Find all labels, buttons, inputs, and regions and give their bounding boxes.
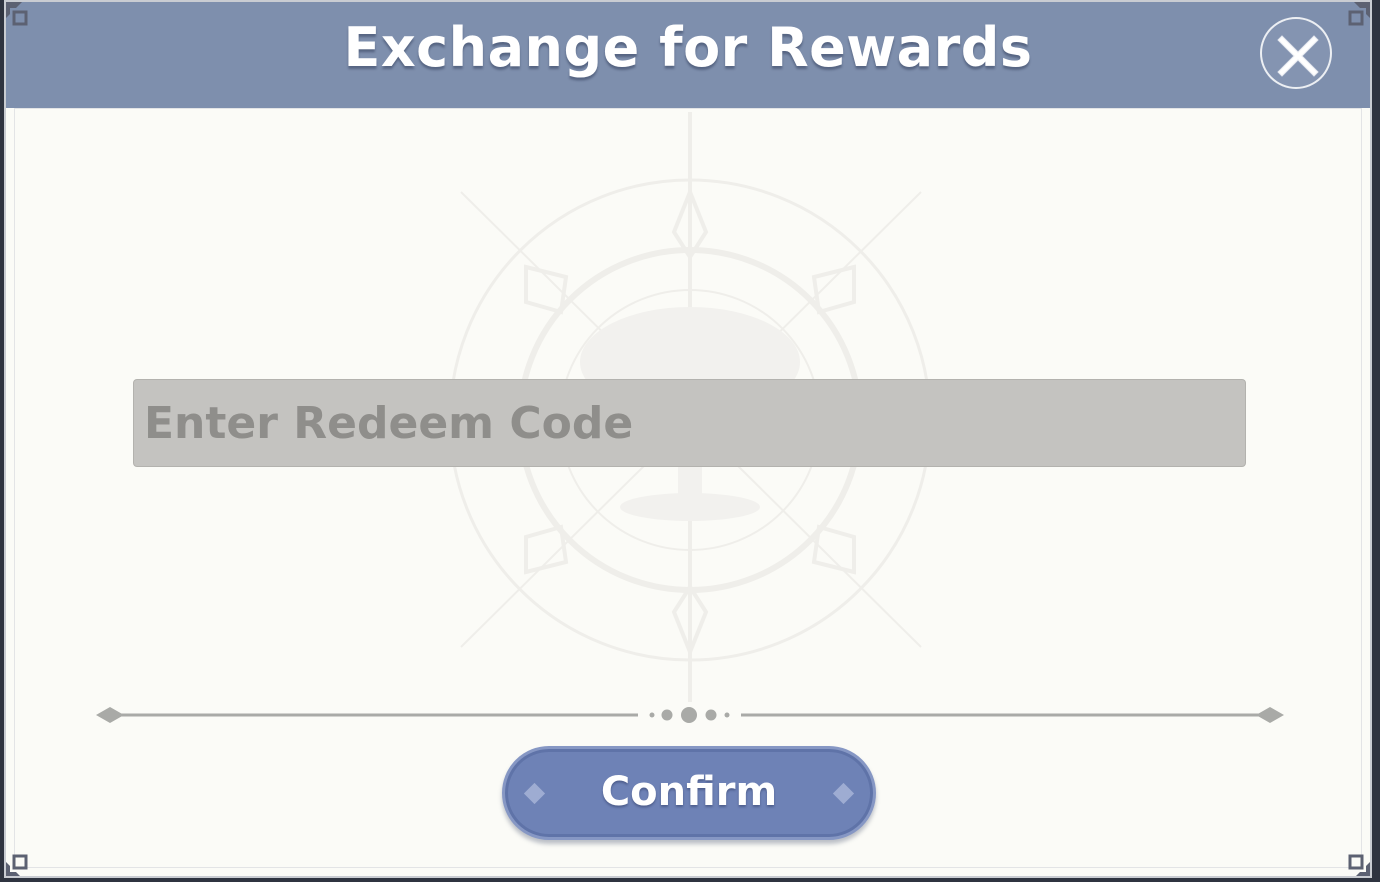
redeem-dialog: Exchange for Rewards Enter Redeem Code C… bbox=[4, 0, 1372, 878]
confirm-label: Confirm bbox=[600, 769, 778, 815]
confirm-button[interactable]: Confirm bbox=[502, 746, 876, 840]
